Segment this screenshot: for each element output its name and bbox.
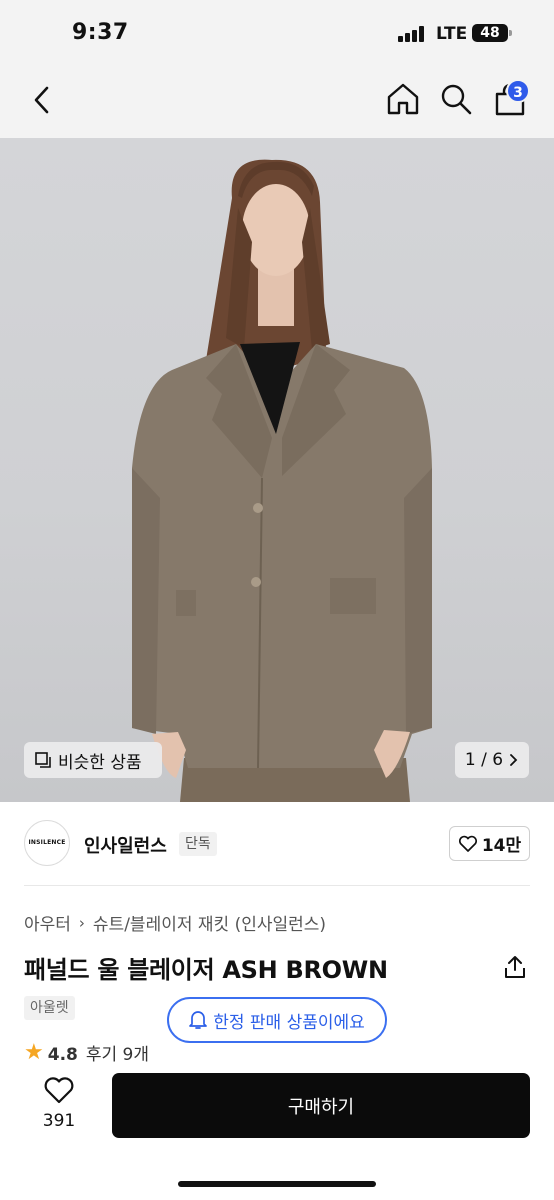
divider <box>24 885 530 886</box>
rating-row[interactable]: ★ 4.8 후기 9개 <box>24 1042 149 1062</box>
signal-icon <box>398 26 428 42</box>
chevron-right-icon: › <box>78 913 85 932</box>
similar-products-button[interactable]: 비슷한 상품 <box>24 742 162 778</box>
image-pager[interactable]: 1 / 6 <box>455 742 529 778</box>
copy-square-icon <box>35 752 51 768</box>
brand-name[interactable]: 인사일런스 <box>84 832 167 858</box>
rating-score: 4.8 <box>47 1045 78 1062</box>
brand-logo[interactable]: INSILENCE <box>24 820 70 866</box>
breadcrumb: 아우터 › 슈트/블레이저 재킷 (인사일런스) <box>24 910 326 936</box>
heart-icon <box>44 1077 74 1104</box>
exclusive-badge: 단독 <box>179 832 217 856</box>
limited-sale-label: 한정 판매 상품이에요 <box>213 1012 365 1033</box>
network-label: LTE <box>436 24 468 44</box>
search-icon[interactable] <box>440 83 472 115</box>
cart-count-badge: 3 <box>506 79 530 103</box>
product-image[interactable] <box>0 138 554 802</box>
review-count: 후기 9개 <box>85 1045 149 1062</box>
wishlist-button[interactable]: 391 <box>34 1075 84 1131</box>
brand-like-count: 14만 <box>481 836 522 856</box>
heart-icon <box>458 835 477 852</box>
breadcrumb-category[interactable]: 아우터 <box>24 910 71 935</box>
chevron-left-icon[interactable] <box>28 84 56 116</box>
chevron-right-icon <box>510 754 518 766</box>
battery-icon: 48 <box>472 24 512 42</box>
bell-icon <box>189 1011 208 1029</box>
similar-products-label: 비슷한 상품 <box>58 752 142 773</box>
buy-button[interactable]: 구매하기 <box>112 1073 530 1138</box>
status-time: 9:37 <box>72 20 129 45</box>
share-icon[interactable] <box>503 954 527 980</box>
limited-sale-notice: 한정 판매 상품이에요 <box>167 997 387 1043</box>
top-nav <box>0 66 554 138</box>
model-photo <box>132 159 432 802</box>
status-bar: 9:37 LTE 48 <box>0 0 554 66</box>
wishlist-count: 391 <box>42 1111 76 1131</box>
product-title: 패널드 울 블레이저 ASH BROWN <box>24 956 388 984</box>
breadcrumb-subcategory[interactable]: 슈트/블레이저 재킷 (인사일런스) <box>93 910 326 935</box>
page-indicator: 1 / 6 <box>464 750 504 770</box>
home-icon[interactable] <box>386 82 420 116</box>
outlet-badge: 아울렛 <box>24 996 75 1020</box>
star-icon: ★ <box>24 1042 44 1062</box>
brand-like-button[interactable]: 14만 <box>449 826 530 861</box>
home-indicator <box>178 1181 376 1187</box>
